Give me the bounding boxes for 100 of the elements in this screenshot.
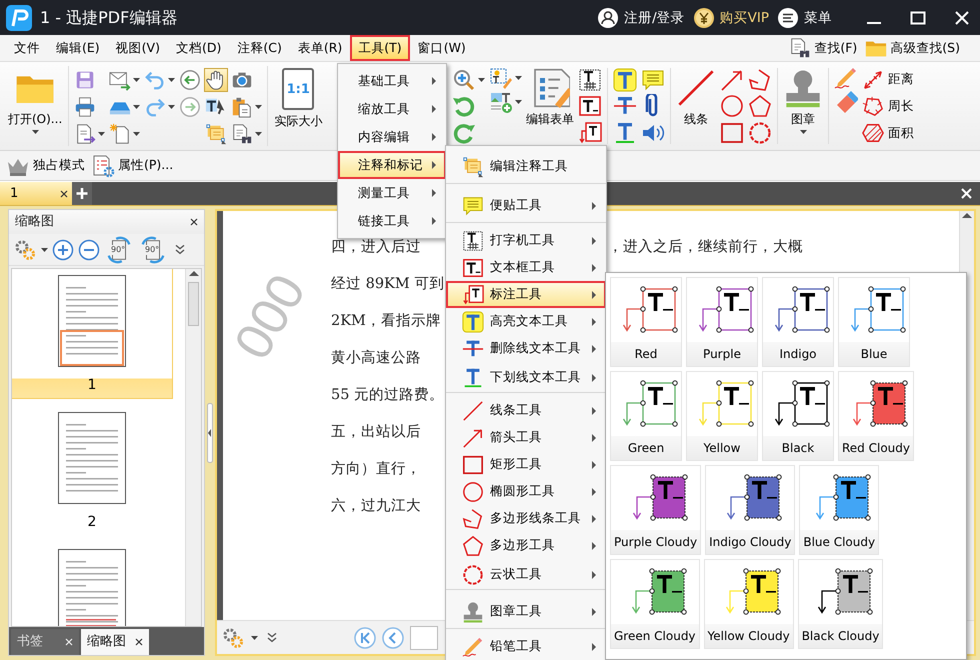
area-button[interactable]: 面积 (862, 122, 914, 144)
caret-icon[interactable] (133, 78, 140, 82)
caret-icon[interactable] (515, 76, 522, 80)
caret-icon[interactable] (478, 78, 485, 82)
menu-item[interactable]: 编辑(E) (48, 35, 108, 62)
image-field-icon[interactable] (489, 90, 513, 114)
menu-item[interactable]: 注释(C) (229, 35, 290, 62)
caret-icon[interactable] (515, 100, 522, 104)
close-icon[interactable] (190, 218, 198, 226)
hand-icon[interactable] (205, 68, 228, 91)
menu-item[interactable]: 打字机工具 (446, 227, 606, 254)
sticky-note-icon[interactable] (641, 68, 665, 92)
vip-button[interactable]: 购买VIP (688, 6, 773, 29)
polygon-icon[interactable] (748, 94, 772, 118)
menu-item[interactable]: 高亮文本工具 (446, 308, 606, 335)
menu-item[interactable]: 下划线文本工具 (446, 362, 606, 393)
advanced-find-button[interactable]: 高级查找(S) (861, 37, 964, 60)
document-binoculars-icon[interactable] (231, 122, 254, 145)
callout-style-option[interactable]: Yellow Cloudy (704, 559, 794, 649)
menu-button[interactable]: 菜单 (773, 6, 836, 29)
menu-item[interactable]: 标注工具 (446, 281, 606, 308)
callout-style-option[interactable]: Blue (838, 277, 910, 367)
menu-item[interactable]: 箭头工具 (446, 424, 606, 451)
collapse-handle[interactable] (207, 402, 213, 462)
close-icon[interactable] (60, 190, 68, 198)
callout-style-option[interactable]: Yellow (686, 371, 758, 461)
settings-icon[interactable] (13, 238, 37, 262)
caret-icon[interactable] (168, 104, 176, 109)
caret-icon[interactable] (255, 132, 262, 136)
callout-style-option[interactable]: Blue Cloudy (799, 465, 880, 555)
page-field[interactable] (410, 626, 438, 650)
caret-icon[interactable] (255, 104, 262, 109)
menu-item[interactable]: 图章工具 (446, 594, 606, 629)
callout-style-option[interactable]: Indigo (762, 277, 834, 367)
scroll-up-icon[interactable] (188, 269, 200, 278)
rotate-left-button[interactable]: 90° (104, 236, 134, 264)
polyline-icon[interactable] (748, 68, 772, 92)
caret-icon[interactable] (41, 248, 48, 252)
callout-style-option[interactable]: Green Cloudy (610, 559, 700, 649)
menu-item[interactable]: 铅笔工具 (446, 633, 606, 660)
cloud-icon[interactable] (748, 121, 772, 146)
menu-item[interactable]: 多边形工具 (446, 532, 606, 559)
new-document-icon[interactable] (109, 122, 132, 145)
menu-item[interactable]: 窗口(W) (410, 35, 474, 62)
typewriter-icon[interactable] (578, 68, 602, 92)
menu-item[interactable]: 便贴工具 (446, 188, 606, 223)
settings-icon[interactable] (221, 626, 245, 650)
caret-icon[interactable] (168, 78, 176, 82)
page-thumbnail[interactable]: 1 (12, 269, 172, 398)
maximize-icon[interactable] (910, 10, 926, 26)
caret-icon[interactable] (800, 130, 806, 134)
document-tab[interactable]: 1 (0, 182, 72, 205)
menu-item[interactable]: 基础工具 (338, 67, 446, 95)
callout-style-option[interactable]: Green (610, 371, 682, 461)
previous-page-icon[interactable] (382, 626, 404, 648)
callout-style-option[interactable]: Black Cloudy (798, 559, 884, 649)
menu-item[interactable]: 测量工具 (338, 179, 446, 207)
menu-item[interactable]: 云状工具 (446, 559, 606, 590)
print-icon[interactable] (74, 96, 96, 118)
callout-style-option[interactable]: Indigo Cloudy (705, 465, 796, 555)
first-page-icon[interactable] (354, 626, 376, 648)
actual-size-button[interactable]: 1:1 实际大小 (272, 66, 324, 130)
scroll-up-icon[interactable] (961, 211, 973, 220)
menu-item[interactable]: 矩形工具 (446, 451, 606, 478)
user-button[interactable]: 注册/登录 (593, 6, 689, 29)
clipboard-icon[interactable] (231, 96, 254, 118)
zoom-out-icon[interactable] (78, 238, 100, 260)
menu-item[interactable]: 多边形线条工具 (446, 505, 606, 532)
caret-icon[interactable] (98, 132, 106, 136)
menu-item[interactable]: 文档(D) (168, 35, 230, 62)
callout-style-option[interactable]: Black (762, 371, 834, 461)
exclusive-mode-button[interactable]: 独占模式 (6, 154, 85, 178)
edit-form-button[interactable]: 编辑表单 (524, 66, 576, 128)
callout-style-option[interactable]: Red (610, 277, 682, 367)
menu-item[interactable]: 内容编辑 (338, 123, 446, 151)
callout-icon[interactable] (578, 121, 602, 146)
properties-button[interactable]: 属性(P)... (91, 154, 174, 178)
arrow-icon[interactable] (720, 68, 744, 92)
menu-item[interactable]: 链接工具 (338, 207, 446, 235)
menu-item[interactable]: 视图(V) (108, 35, 168, 62)
distance-button[interactable]: 距离 (862, 68, 914, 91)
menu-item[interactable]: 编辑注释工具 (446, 149, 606, 184)
panel-tab[interactable]: 书签 (11, 629, 79, 655)
menu-item[interactable]: 工具(T) (350, 35, 410, 62)
rectangle-icon[interactable] (720, 121, 744, 146)
menu-item[interactable]: 表单(R) (290, 35, 350, 62)
line-button[interactable]: 线条 (674, 66, 718, 128)
ellipse-icon[interactable] (720, 94, 744, 118)
scrollbar-thumb[interactable] (188, 282, 199, 326)
menu-item[interactable]: 椭圆形工具 (446, 478, 606, 505)
highlight-text-icon[interactable] (613, 68, 637, 92)
pencil-icon[interactable] (834, 66, 858, 90)
rotate-right-button[interactable]: 90° (138, 236, 168, 264)
menu-item[interactable]: 线条工具 (446, 397, 606, 424)
callout-style-option[interactable]: Red Cloudy (838, 371, 914, 461)
menu-item[interactable]: 文本框工具 (446, 254, 606, 281)
open-button[interactable]: 打开(O)... (6, 66, 64, 134)
callout-style-option[interactable]: Purple Cloudy (610, 465, 702, 555)
export-icon[interactable] (74, 122, 96, 145)
menu-item[interactable]: 注释和标记 (338, 151, 446, 179)
